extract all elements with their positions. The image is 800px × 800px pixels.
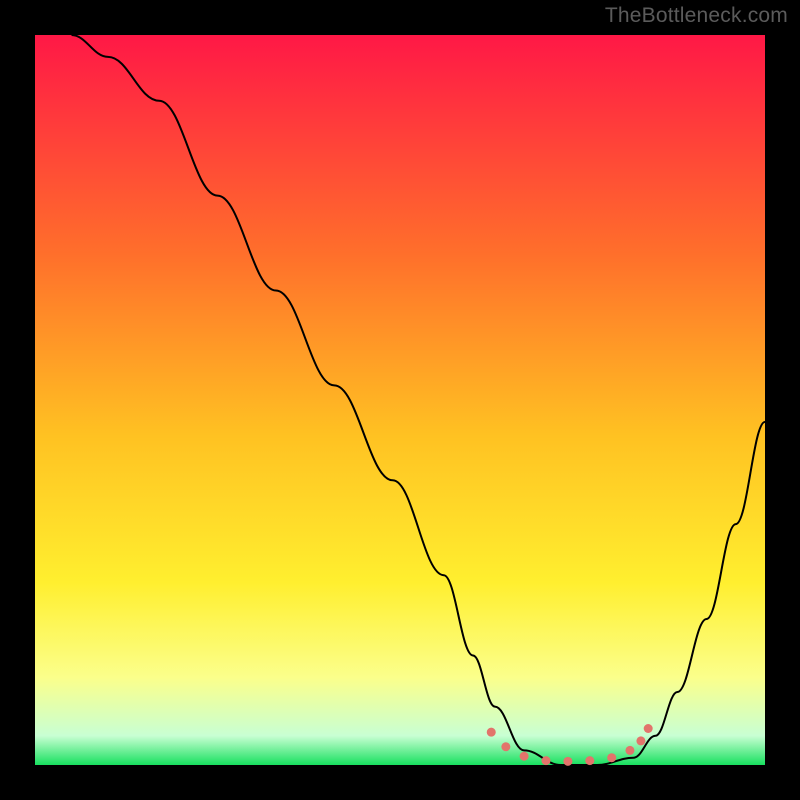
plot-background xyxy=(35,35,765,765)
chart-svg xyxy=(0,0,800,800)
curve-marker xyxy=(542,756,551,765)
watermark: TheBottleneck.com xyxy=(605,4,788,28)
curve-marker xyxy=(625,746,634,755)
curve-marker xyxy=(636,736,645,745)
curve-marker xyxy=(563,757,572,766)
curve-marker xyxy=(644,724,653,733)
curve-marker xyxy=(585,756,594,765)
curve-marker xyxy=(607,753,616,762)
curve-marker xyxy=(520,752,529,761)
curve-marker xyxy=(501,742,510,751)
chart-frame: TheBottleneck.com xyxy=(0,0,800,800)
curve-marker xyxy=(487,728,496,737)
